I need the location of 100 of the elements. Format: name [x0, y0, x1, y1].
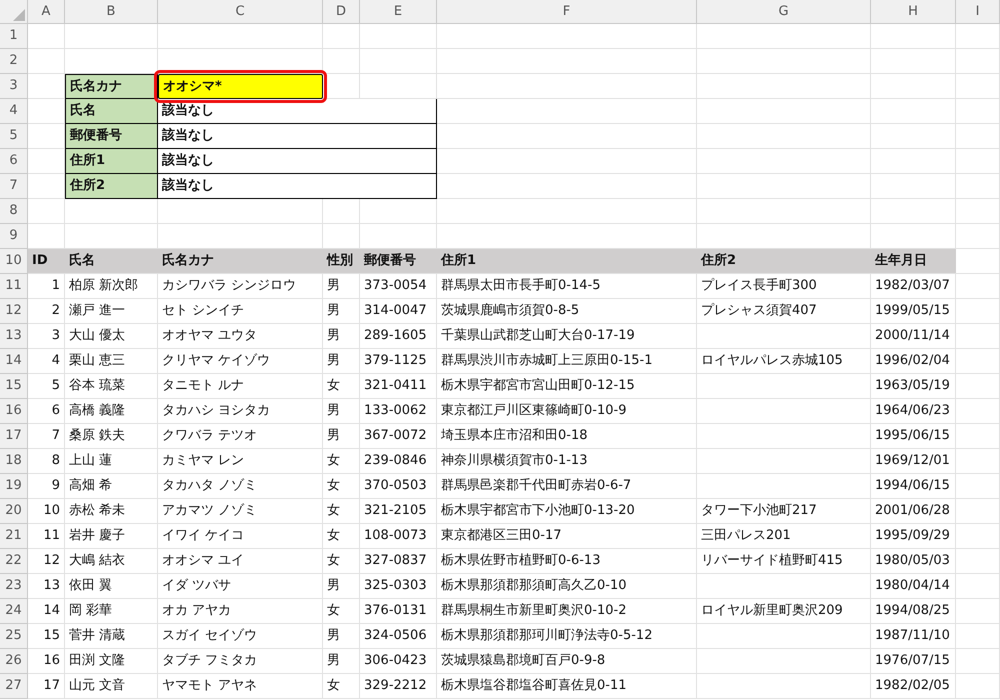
- field-label: 氏名カナ: [65, 74, 158, 99]
- table-cell: 男: [323, 574, 360, 599]
- row-header[interactable]: 26: [0, 649, 28, 674]
- row-header[interactable]: 9: [0, 224, 28, 249]
- table-cell: 栃木県佐野市植野町0-6-13: [437, 549, 697, 574]
- table-cell: ヤマモト アヤネ: [158, 674, 323, 699]
- table-cell: 1982/02/05: [871, 674, 956, 699]
- table-cell: リバーサイド植野町415: [697, 549, 871, 574]
- table-cell: 1964/06/23: [871, 399, 956, 424]
- row-header[interactable]: 24: [0, 599, 28, 624]
- row-header[interactable]: 14: [0, 349, 28, 374]
- row-header[interactable]: 21: [0, 524, 28, 549]
- table-cell: 高橋 義隆: [65, 399, 158, 424]
- row-header[interactable]: 7: [0, 174, 28, 199]
- table-cell: 1982/03/07: [871, 274, 956, 299]
- table-cell: 6: [28, 399, 65, 424]
- column-header[interactable]: H: [871, 0, 956, 24]
- row-header[interactable]: 19: [0, 474, 28, 499]
- row-header[interactable]: 25: [0, 624, 28, 649]
- table-cell: 男: [323, 624, 360, 649]
- table-cell: 376-0131: [360, 599, 437, 624]
- table-cell: タカハタ ノゾミ: [158, 474, 323, 499]
- table-cell: 女: [323, 549, 360, 574]
- table-cell: 高畑 希: [65, 474, 158, 499]
- table-cell: 谷本 琉菜: [65, 374, 158, 399]
- table-cell: 東京都江戸川区東篠崎町0-10-9: [437, 399, 697, 424]
- table-cell: 10: [28, 499, 65, 524]
- table-cell: 8: [28, 449, 65, 474]
- table-cell: 茨城県猿島郡境町百戸0-9-8: [437, 649, 697, 674]
- row-header[interactable]: 15: [0, 374, 28, 399]
- table-cell: 289-1605: [360, 324, 437, 349]
- table-cell: 15: [28, 624, 65, 649]
- table-cell: 3: [28, 324, 65, 349]
- table-cell: 女: [323, 599, 360, 624]
- table-cell: 田渕 文隆: [65, 649, 158, 674]
- table-cell: クリヤマ ケイゾウ: [158, 349, 323, 374]
- row-header[interactable]: 3: [0, 74, 28, 99]
- column-heading: 性別: [323, 249, 360, 274]
- table-cell: 岡 彩華: [65, 599, 158, 624]
- column-header[interactable]: A: [28, 0, 65, 24]
- table-cell: オオヤマ ユウタ: [158, 324, 323, 349]
- result-cell: 該当なし: [158, 149, 437, 174]
- table-cell: オオシマ ユイ: [158, 549, 323, 574]
- result-cell: 該当なし: [158, 99, 437, 124]
- table-cell: 13: [28, 574, 65, 599]
- row-header[interactable]: 10: [0, 249, 28, 274]
- column-header[interactable]: E: [360, 0, 437, 24]
- table-cell: 桑原 鉄夫: [65, 424, 158, 449]
- table-cell: タワー下小池町217: [697, 499, 871, 524]
- field-label: 住所2: [65, 174, 158, 199]
- table-cell: 2: [28, 299, 65, 324]
- field-label: 住所1: [65, 149, 158, 174]
- column-header[interactable]: F: [437, 0, 697, 24]
- table-cell: 栃木県宇都宮市宮山田町0-12-15: [437, 374, 697, 399]
- row-header[interactable]: 13: [0, 324, 28, 349]
- table-cell: 1963/05/19: [871, 374, 956, 399]
- row-header[interactable]: 1: [0, 24, 28, 49]
- row-header[interactable]: 20: [0, 499, 28, 524]
- table-cell: 5: [28, 374, 65, 399]
- row-header[interactable]: 8: [0, 199, 28, 224]
- row-header[interactable]: 22: [0, 549, 28, 574]
- table-cell: タニモト ルナ: [158, 374, 323, 399]
- table-cell: 男: [323, 324, 360, 349]
- row-header[interactable]: 16: [0, 399, 28, 424]
- table-cell: 7: [28, 424, 65, 449]
- row-header[interactable]: 27: [0, 674, 28, 699]
- table-cell: 群馬県邑楽郡千代田町赤岩0-6-7: [437, 474, 697, 499]
- table-cell: 1999/05/15: [871, 299, 956, 324]
- field-label: 氏名: [65, 99, 158, 124]
- table-cell: 岩井 慶子: [65, 524, 158, 549]
- row-header[interactable]: 2: [0, 49, 28, 74]
- column-header[interactable]: I: [956, 0, 1000, 24]
- table-cell: 1: [28, 274, 65, 299]
- table-cell: 男: [323, 399, 360, 424]
- table-cell: 瀬戸 進一: [65, 299, 158, 324]
- row-header[interactable]: 12: [0, 299, 28, 324]
- table-cell: 1994/08/25: [871, 599, 956, 624]
- table-cell: 群馬県太田市長手町0-14-5: [437, 274, 697, 299]
- column-header[interactable]: D: [323, 0, 360, 24]
- table-cell: オカ アヤカ: [158, 599, 323, 624]
- column-header[interactable]: B: [65, 0, 158, 24]
- table-cell: 女: [323, 674, 360, 699]
- table-cell: 菅井 清蔵: [65, 624, 158, 649]
- row-header[interactable]: 6: [0, 149, 28, 174]
- row-header[interactable]: 17: [0, 424, 28, 449]
- row-header[interactable]: 5: [0, 124, 28, 149]
- table-cell: 1969/12/01: [871, 449, 956, 474]
- row-header[interactable]: 23: [0, 574, 28, 599]
- column-heading: 氏名: [65, 249, 158, 274]
- table-cell: イダ ツバサ: [158, 574, 323, 599]
- table-cell: 大山 優太: [65, 324, 158, 349]
- column-header[interactable]: C: [158, 0, 323, 24]
- table-cell: 千葉県山武郡芝山町大台0-17-19: [437, 324, 697, 349]
- table-cell: 男: [323, 299, 360, 324]
- row-header[interactable]: 11: [0, 274, 28, 299]
- field-label: 郵便番号: [65, 124, 158, 149]
- table-cell: セト シンイチ: [158, 299, 323, 324]
- row-header[interactable]: 18: [0, 449, 28, 474]
- row-header[interactable]: 4: [0, 99, 28, 124]
- column-header[interactable]: G: [697, 0, 871, 24]
